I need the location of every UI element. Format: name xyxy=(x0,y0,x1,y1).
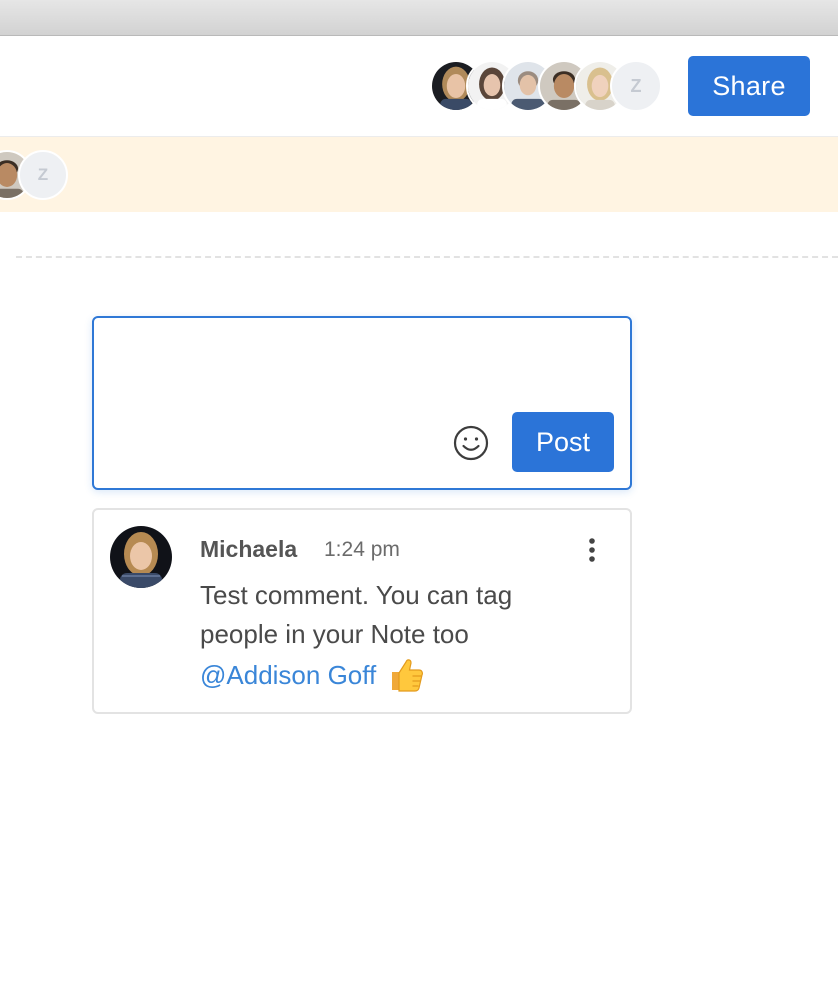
comment-author[interactable]: Michaela xyxy=(200,536,297,563)
window-title-bar xyxy=(0,0,838,36)
presence-banner: Z xyxy=(0,137,838,212)
comment-timestamp: 1:24 pm xyxy=(324,538,400,561)
comment-composer: Post xyxy=(92,316,632,490)
comment-card: Michaela 1:24 pm Test comment. You can t… xyxy=(92,508,632,714)
comment-text-body: Test comment. You can tag people in your… xyxy=(200,580,513,649)
user-mention-link[interactable]: @Addison Goff xyxy=(200,660,376,690)
smiley-face-icon[interactable] xyxy=(452,424,490,462)
more-options-icon[interactable] xyxy=(576,534,608,566)
note-header: Z Share xyxy=(0,36,838,137)
share-button[interactable]: Share xyxy=(688,56,810,116)
post-button[interactable]: Post xyxy=(512,412,614,472)
avatar-initial[interactable]: Z xyxy=(18,150,68,200)
comment-input[interactable] xyxy=(108,330,616,408)
avatar[interactable] xyxy=(110,526,172,588)
comment-text: Test comment. You can tag people in your… xyxy=(200,576,520,695)
section-divider xyxy=(16,256,838,258)
thumbs-up-icon xyxy=(386,654,426,694)
avatar-initial[interactable]: Z xyxy=(610,60,662,112)
